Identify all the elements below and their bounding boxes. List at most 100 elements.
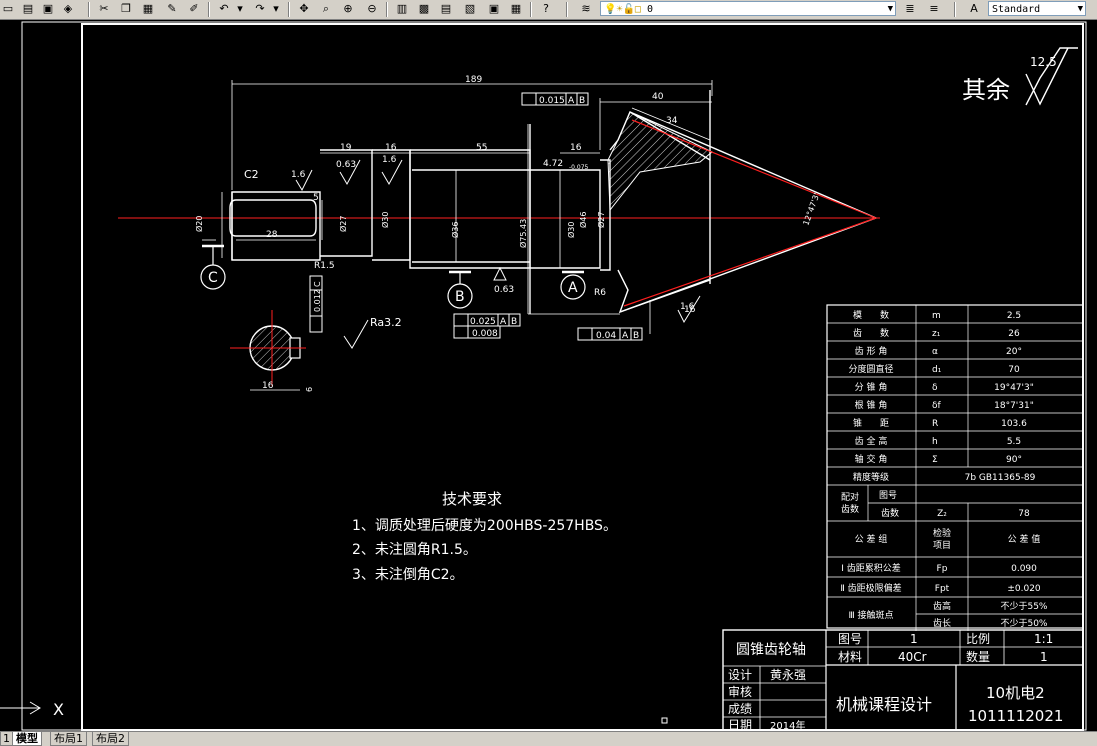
- text-style-name: Standard: [992, 4, 1041, 15]
- dim-dia30a: Ø30: [380, 212, 390, 228]
- param-symbol: δf: [932, 401, 942, 411]
- dim-55: 55: [476, 143, 487, 153]
- save-icon[interactable]: ▣: [40, 1, 56, 17]
- help-icon[interactable]: ?: [538, 1, 554, 17]
- dim-r15: R1.5: [314, 261, 335, 271]
- dim-16a: 16: [385, 143, 397, 153]
- contact-value: 不少于55%: [1000, 601, 1047, 612]
- tab-model[interactable]: 模型: [12, 732, 42, 746]
- sheet-set-icon[interactable]: ▧: [462, 1, 478, 17]
- roughness-qy-label: 其余: [962, 76, 1010, 104]
- param-name: 锥 距: [853, 417, 889, 429]
- tol-value-header: 公 差 值: [1008, 533, 1041, 545]
- designer: 黄永强: [770, 668, 806, 682]
- qty: 1: [1040, 650, 1048, 664]
- param-name: 分度圆直径: [848, 363, 893, 375]
- calculator-icon[interactable]: ▦: [508, 1, 524, 17]
- roughness-063a: 0.63: [336, 160, 356, 170]
- text-style-icon[interactable]: A: [966, 1, 982, 17]
- tab-layout1[interactable]: 布局1: [50, 732, 87, 746]
- zoom-realtime-icon[interactable]: ⌕: [318, 1, 334, 17]
- plot-icon[interactable]: ◈: [60, 1, 76, 17]
- mating-label: 齿数: [841, 503, 859, 515]
- cursor-pickbox: [661, 717, 668, 724]
- roughness-qy-value: 12.5: [1030, 55, 1057, 69]
- param-name: 齿 形 角: [855, 345, 888, 357]
- cut-icon[interactable]: ✂: [96, 1, 112, 17]
- param-value: 2.5: [1007, 311, 1021, 321]
- pitch-cone-line: [623, 217, 877, 307]
- roughness-ra32: Ra3.2: [370, 316, 402, 329]
- tol-item-header: 项目: [933, 540, 951, 551]
- gear-section-hatch: [607, 111, 713, 212]
- dim-dia27b: Ø27: [596, 212, 606, 228]
- tol-row-name: Ⅱ 齿距极限偏差: [840, 582, 901, 594]
- ucs-x-label: X: [53, 700, 64, 719]
- match-properties-icon[interactable]: ✎: [164, 1, 180, 17]
- redo-dropdown-icon[interactable]: ▾: [268, 1, 284, 17]
- tol-item-header: 检验: [933, 527, 951, 539]
- standard-toolbar: ▭ ▤ ▣ ◈ ✂ ❐ ▦ ✎ ✐ ↶ ▾ ↷ ▾ ✥ ⌕ ⊕ ⊖ ▥ ▩ ▤ …: [0, 0, 1097, 20]
- param-value: 19°47'3": [994, 383, 1034, 393]
- undo-dropdown-icon[interactable]: ▾: [232, 1, 248, 17]
- dim-dia36: Ø36: [450, 222, 460, 238]
- block-editor-icon[interactable]: ✐: [186, 1, 202, 17]
- zoom-previous-icon[interactable]: ⊖: [364, 1, 380, 17]
- roughness-063b: 0.63: [494, 285, 514, 295]
- markup-icon[interactable]: ▣: [486, 1, 502, 17]
- param-symbol: d₁: [932, 365, 942, 375]
- review-label: 审核: [728, 684, 752, 699]
- material-label: 材料: [838, 650, 862, 664]
- make-current-layer-icon[interactable]: ≣: [902, 1, 918, 17]
- redo-icon[interactable]: ↷: [252, 1, 268, 17]
- dim-34: 34: [666, 116, 678, 126]
- pan-icon[interactable]: ✥: [296, 1, 312, 17]
- drawing-canvas[interactable]: 189 40 34 19 16 55 16 28 5 C2 R1.5 R6 16…: [0, 20, 1097, 732]
- ucs-icon: [0, 701, 41, 715]
- precision-value: 7b GB11365-89: [965, 473, 1036, 483]
- date-label: 日期: [728, 718, 752, 731]
- param-name: 齿 全 高: [855, 435, 888, 447]
- layer-name: 0: [646, 4, 653, 15]
- design-center-icon[interactable]: ▩: [416, 1, 432, 17]
- paste-icon[interactable]: ▦: [140, 1, 156, 17]
- pitch-cone-line: [631, 119, 877, 219]
- properties-icon[interactable]: ▥: [394, 1, 410, 17]
- roughness-16b: 1.6: [382, 155, 397, 165]
- new-file-icon[interactable]: ▭: [0, 1, 16, 17]
- tool-palettes-icon[interactable]: ▤: [438, 1, 454, 17]
- qty-label: 数量: [966, 649, 990, 664]
- open-file-icon[interactable]: ▤: [20, 1, 36, 17]
- zoom-window-icon[interactable]: ⊕: [340, 1, 356, 17]
- param-symbol: α: [932, 347, 938, 357]
- undo-icon[interactable]: ↶: [216, 1, 232, 17]
- layer-manager-icon[interactable]: ≋: [578, 1, 594, 17]
- material: 40Cr: [898, 650, 927, 664]
- dim-472: 4.72: [543, 159, 563, 169]
- dim-472-tol: -0.075: [569, 164, 589, 171]
- param-name: 齿 数: [853, 327, 889, 339]
- param-value: 26: [1008, 329, 1020, 339]
- datum-b: B: [455, 289, 465, 305]
- text-style-dropdown[interactable]: Standard ▼: [988, 1, 1086, 16]
- datum-c: C: [208, 270, 218, 286]
- tol2-value2: 0.008: [472, 329, 498, 339]
- tol2-datum-b: B: [511, 317, 517, 327]
- param-name: 分 锥 角: [855, 381, 888, 393]
- layer-previous-icon[interactable]: ≡: [926, 1, 942, 17]
- copy-icon[interactable]: ❐: [118, 1, 134, 17]
- tol3-datum-a: A: [622, 331, 629, 341]
- date: 2014年: [770, 719, 805, 731]
- tab-layout2[interactable]: 布局2: [92, 732, 129, 746]
- drawing-svg: 189 40 34 19 16 55 16 28 5 C2 R1.5 R6 16…: [0, 21, 1087, 732]
- param-symbol: R: [932, 419, 938, 429]
- layer-dropdown[interactable]: 💡☀🔓□ 0 ▼: [600, 1, 896, 16]
- param-symbol: m: [932, 311, 941, 321]
- tol-row-symbol: Fpt: [935, 584, 950, 594]
- param-symbol: δ: [932, 383, 938, 393]
- dim-28: 28: [266, 230, 278, 240]
- student-id: 1011112021: [968, 707, 1063, 725]
- tech-req-title: 技术要求: [442, 490, 502, 508]
- tol-row-value: ±0.020: [1007, 584, 1041, 594]
- chevron-down-icon: ▼: [887, 4, 893, 14]
